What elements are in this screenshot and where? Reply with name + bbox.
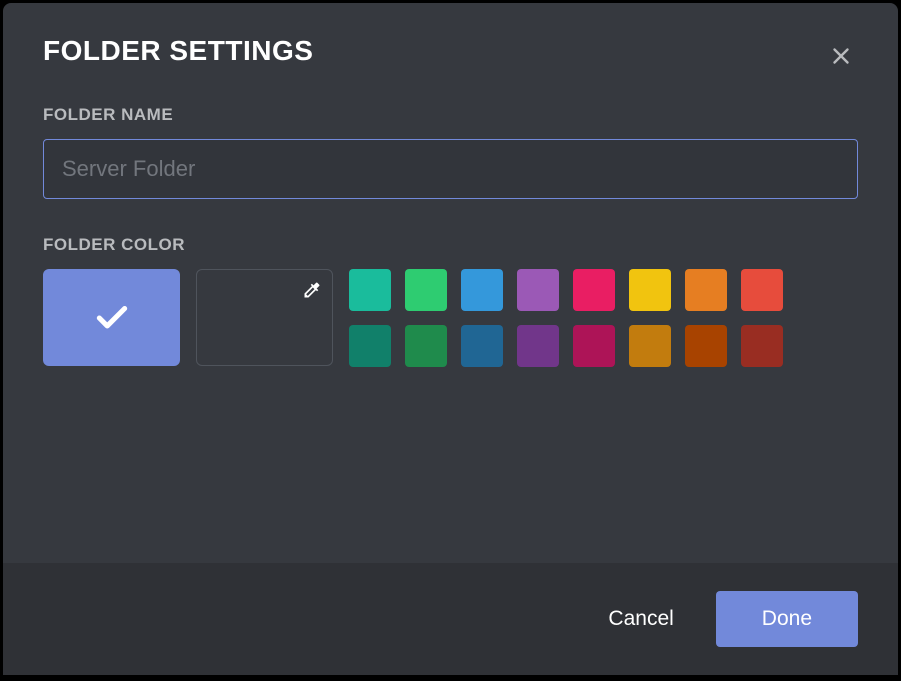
modal-body: FOLDER NAME FOLDER COLOR xyxy=(3,73,898,563)
close-button[interactable] xyxy=(824,39,858,73)
custom-color-swatch[interactable] xyxy=(196,269,333,366)
default-color-swatch[interactable] xyxy=(43,269,180,366)
color-swatch[interactable] xyxy=(461,325,503,367)
modal-title: FOLDER SETTINGS xyxy=(43,35,313,67)
color-picker-row xyxy=(43,269,858,367)
cancel-button[interactable]: Cancel xyxy=(590,593,691,645)
swatch-row-1 xyxy=(349,269,783,311)
modal-footer: Cancel Done xyxy=(3,563,898,675)
color-swatch[interactable] xyxy=(629,269,671,311)
color-swatch[interactable] xyxy=(405,269,447,311)
color-swatch[interactable] xyxy=(685,325,727,367)
color-swatch[interactable] xyxy=(349,325,391,367)
color-swatch[interactable] xyxy=(573,325,615,367)
color-swatch[interactable] xyxy=(517,325,559,367)
folder-settings-modal: FOLDER SETTINGS FOLDER NAME FOLDER COLOR xyxy=(3,3,898,675)
color-swatch[interactable] xyxy=(741,325,783,367)
modal-header: FOLDER SETTINGS xyxy=(3,3,898,73)
color-swatch[interactable] xyxy=(629,325,671,367)
folder-name-label: FOLDER NAME xyxy=(43,105,858,125)
folder-color-section: FOLDER COLOR xyxy=(43,235,858,367)
color-swatch-grid xyxy=(349,269,783,367)
folder-color-label: FOLDER COLOR xyxy=(43,235,858,255)
color-swatch[interactable] xyxy=(517,269,559,311)
done-button[interactable]: Done xyxy=(716,591,858,647)
checkmark-icon xyxy=(93,299,131,337)
color-swatch[interactable] xyxy=(741,269,783,311)
folder-name-input[interactable] xyxy=(43,139,858,199)
color-swatch[interactable] xyxy=(461,269,503,311)
close-icon xyxy=(828,43,854,69)
eyedropper-icon xyxy=(302,280,322,305)
color-swatch[interactable] xyxy=(349,269,391,311)
swatch-row-2 xyxy=(349,325,783,367)
color-swatch[interactable] xyxy=(405,325,447,367)
color-swatch[interactable] xyxy=(685,269,727,311)
color-swatch[interactable] xyxy=(573,269,615,311)
